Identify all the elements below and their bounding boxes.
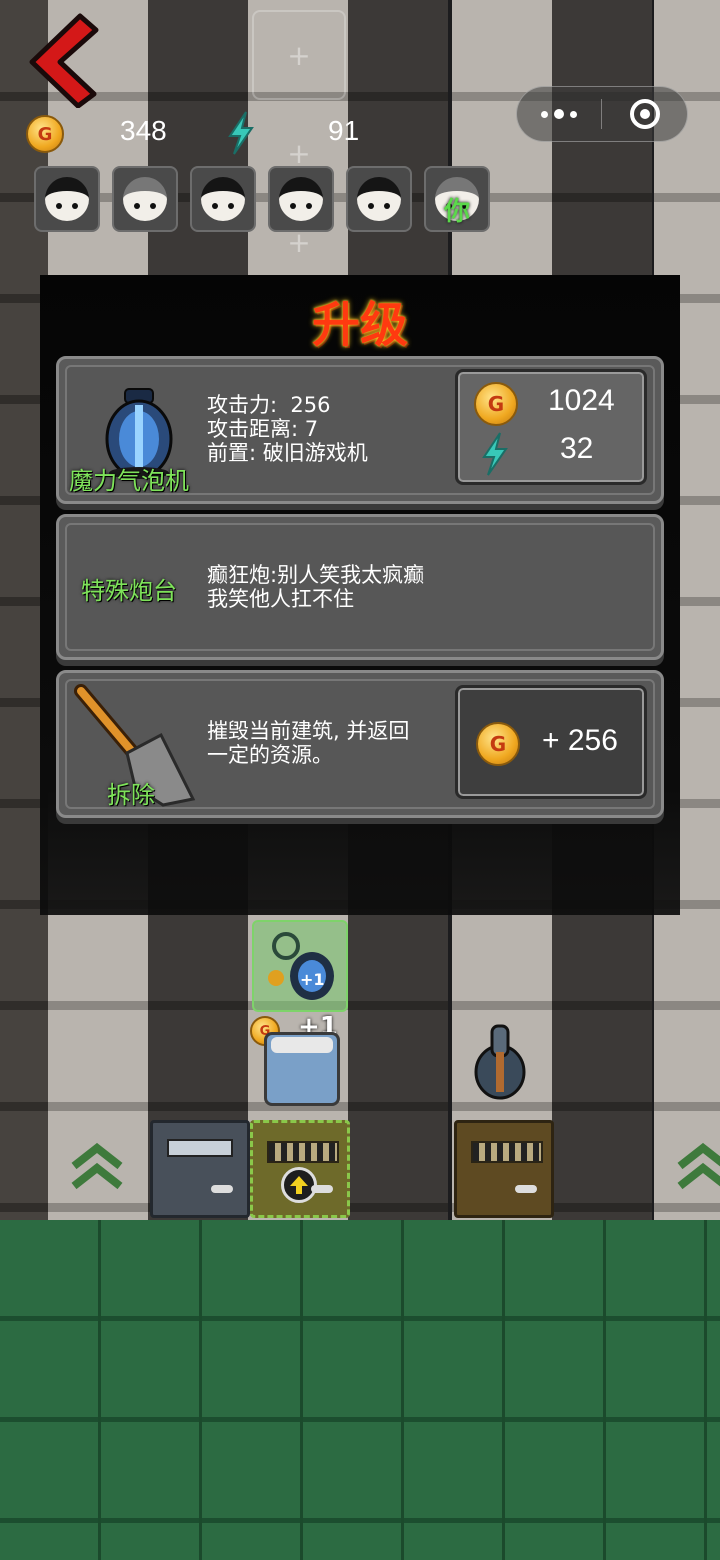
player-avatar-1[interactable]	[34, 166, 100, 232]
bed-icon[interactable]	[264, 1032, 340, 1106]
miniprogram-capsule	[516, 86, 688, 142]
demolish-label: 拆除	[107, 781, 155, 809]
bubble-bonus: +1	[300, 970, 325, 989]
player-avatar-2[interactable]	[112, 166, 178, 232]
energy-bolt-icon	[228, 111, 254, 155]
gold-count: 348	[120, 115, 167, 146]
door-handle	[515, 1185, 537, 1193]
energy-bolt-icon	[482, 432, 508, 476]
demolish-card[interactable]: 拆除 摧毁当前建筑, 并返回 一定的资源。 G + 256	[56, 670, 664, 818]
upgrade-card[interactable]: 魔力气泡机 攻击力: 256 攻击距离: 7 前置: 破旧游戏机 G 1024 …	[56, 356, 664, 504]
self-tag: 你	[443, 197, 471, 227]
wooden-door[interactable]	[454, 1120, 554, 1218]
door-bars	[471, 1141, 543, 1163]
game-screen: + + + G 348 91 你 升级 魔力气泡机 攻击力: 256 攻击距离:…	[0, 0, 720, 1560]
demolish-refund-amount: + 256	[542, 724, 618, 757]
special-turret-desc: 癫狂炮:别人笑我太疯癫 我笑他人扛不住	[207, 563, 425, 611]
dot-icon	[554, 109, 564, 119]
door-window	[167, 1139, 233, 1157]
cannon-turret-icon	[474, 1024, 526, 1100]
girl-bun-avatar-icon	[201, 177, 245, 221]
door-handle	[311, 1185, 333, 1193]
back-arrow-icon[interactable]	[24, 12, 104, 108]
dot-icon	[541, 110, 548, 118]
demolish-desc: 摧毁当前建筑, 并返回 一定的资源。	[207, 719, 410, 767]
glasses-avatar-icon	[357, 177, 401, 221]
target-icon	[629, 99, 660, 129]
empty-build-slot[interactable]: +	[252, 10, 346, 100]
special-turret-card[interactable]: 特殊炮台 癫狂炮:别人笑我太疯癫 我笑他人扛不住	[56, 514, 664, 660]
door-handle	[211, 1185, 233, 1193]
building-stats: 攻击力: 256 攻击距离: 7 前置: 破旧游戏机	[207, 393, 368, 465]
close-miniprogram-button[interactable]	[602, 99, 687, 129]
steel-door[interactable]	[150, 1120, 250, 1218]
gold-coin-icon: G	[26, 115, 64, 153]
boy-avatar-icon	[279, 177, 323, 221]
upgrade-chevron-icon	[677, 1142, 720, 1190]
upgrade-chevron-icon	[71, 1142, 123, 1190]
energy-count: 91	[328, 115, 360, 146]
demolish-refund-button[interactable]: G + 256	[455, 685, 647, 799]
bubble-machine-slot[interactable]: +1	[252, 920, 348, 1012]
player-avatar-5[interactable]	[346, 166, 412, 232]
player-avatar-self[interactable]: 你	[424, 166, 490, 232]
more-menu-button[interactable]	[517, 87, 601, 141]
panel-title: 升级	[311, 297, 408, 353]
player-avatar-4[interactable]	[268, 166, 334, 232]
gold-coin-icon: G	[476, 722, 520, 766]
player-avatar-3[interactable]	[190, 166, 256, 232]
girl-hairpin-avatar-icon	[45, 177, 89, 221]
bubble-machine-icon	[268, 932, 334, 1000]
upgrade-cost-button[interactable]: G 1024 32	[455, 369, 647, 485]
upgradable-door[interactable]	[250, 1120, 350, 1218]
gold-coin-icon: G	[474, 382, 518, 426]
grass-ground	[0, 1220, 720, 1560]
upgrade-energy-cost: 32	[560, 432, 594, 465]
building-name: 魔力气泡机	[69, 467, 189, 495]
door-bars	[267, 1141, 339, 1163]
special-turret-label: 特殊炮台	[81, 577, 177, 605]
upgrade-gold-cost: 1024	[548, 384, 615, 417]
old-woman-avatar-icon	[123, 177, 167, 221]
dot-icon	[570, 110, 577, 118]
